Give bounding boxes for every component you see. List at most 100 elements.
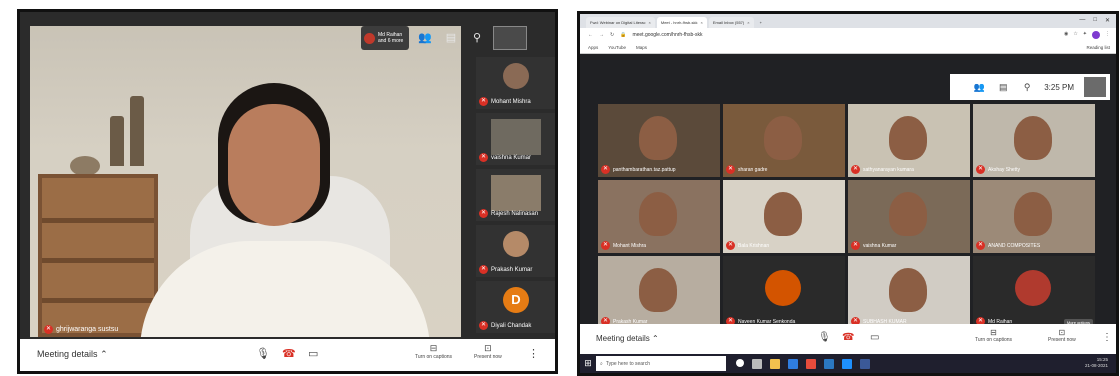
taskbar-date: 21-08-2021 xyxy=(1084,363,1108,368)
participant-tile[interactable]: ✕ Bala Krishnan xyxy=(723,180,845,253)
participant-tile[interactable]: ✕ sharan gadre xyxy=(723,104,845,177)
people-icon[interactable]: 👥 xyxy=(972,80,986,94)
participant-video xyxy=(639,116,677,160)
participant-sidebar: ✕ Mohant Mishra ✕ vaishna Kumar ✕ Rajesh Na… xyxy=(476,57,555,339)
camera-icon[interactable]: ▭ xyxy=(308,347,318,360)
participant-tile[interactable]: ✕ Mohant Mishra xyxy=(598,180,720,253)
participant-tile[interactable]: ✕ Prakash Kumar xyxy=(476,225,555,277)
participant-tile[interactable]: ✕ vaishna Kumar xyxy=(476,113,555,165)
file-explorer-icon[interactable] xyxy=(770,358,780,369)
participant-video xyxy=(764,116,802,160)
participant-tile[interactable]: ✕ Naveen Kumar Senkonda xyxy=(723,256,845,329)
maximize-icon[interactable]: □ xyxy=(1093,17,1097,24)
url-field[interactable]: meet.google.com/hnrh-fhsb-skk xyxy=(632,32,702,38)
host-chip[interactable]: Md Raihan and 6 more xyxy=(361,26,409,50)
mic-off-icon: ✕ xyxy=(976,165,985,174)
chat-icon[interactable]: ▤ xyxy=(996,80,1010,94)
participant-tile[interactable]: ✕ Prakash Kumar xyxy=(598,256,720,329)
close-window-icon[interactable]: ✕ xyxy=(1105,17,1110,24)
participant-tile[interactable]: ✕ Md Raihan More options xyxy=(973,256,1095,329)
task-view-icon[interactable] xyxy=(752,358,762,369)
more-options-icon[interactable]: ⋮ xyxy=(1102,332,1112,343)
mic-off-icon: ✕ xyxy=(726,165,735,174)
meet-bottom-bar: Meeting details ⌃ 🎙 ☎ ▭ ⊟ Turn on captio… xyxy=(580,324,1116,354)
participant-name-label: ✕ vaishna Kumar xyxy=(851,241,897,250)
participant-tile[interactable]: ✕ sathyanarayan kumara xyxy=(848,104,970,177)
mic-icon[interactable]: 🎙 xyxy=(818,332,831,343)
main-speaker-video: ✕ ghrijwaranga sustsu xyxy=(30,26,461,337)
trophy xyxy=(110,116,124,166)
browser-tab[interactable]: Fwd: Webinar on Digital Literac × xyxy=(586,17,655,28)
participant-tile[interactable]: ✕ Rajesh Nalinasan xyxy=(476,169,555,221)
activities-icon[interactable]: ⚲ xyxy=(467,28,487,48)
participant-video xyxy=(1014,192,1052,236)
participant-tile[interactable]: D ✕ Diyali Chandak xyxy=(476,281,555,333)
mic-off-icon: ✕ xyxy=(479,321,488,330)
participant-video xyxy=(639,192,677,236)
chat-icon[interactable]: ▤ xyxy=(441,28,461,48)
hang-up-icon[interactable]: ☎ xyxy=(282,347,296,360)
people-icon[interactable]: 👥 xyxy=(415,28,435,48)
forward-icon[interactable]: → xyxy=(599,32,604,38)
participant-tile[interactable]: ✕ SUBHASH KUMAR xyxy=(848,256,970,329)
extensions-icon[interactable]: ✦ xyxy=(1083,31,1087,39)
participant-video xyxy=(764,192,802,236)
browser-tab[interactable]: Email Inbox (557) × xyxy=(708,17,754,28)
bookmark-apps[interactable]: Apps xyxy=(588,45,598,50)
hang-up-icon[interactable]: ☎ xyxy=(842,332,854,343)
reading-list[interactable]: Reading list xyxy=(1086,45,1110,50)
mail-icon[interactable] xyxy=(860,358,870,369)
meeting-details-button[interactable]: Meeting details ⌃ xyxy=(596,334,659,343)
store-icon[interactable] xyxy=(842,358,852,369)
cortana-icon[interactable] xyxy=(736,358,744,367)
captions-button[interactable]: ⊟ Turn on captions xyxy=(975,328,1012,343)
wooden-shelf xyxy=(38,174,158,337)
mic-off-icon: ✕ xyxy=(851,165,860,174)
close-icon: × xyxy=(747,20,750,25)
star-icon[interactable]: ☆ xyxy=(1073,31,1077,39)
participant-tile[interactable]: ✕ panthambarathan.taz.pattup xyxy=(598,104,720,177)
mic-icon[interactable]: 🎙 xyxy=(256,347,270,360)
new-tab-icon[interactable]: + xyxy=(756,17,766,28)
present-now-button[interactable]: ⊡ Present now xyxy=(474,343,502,360)
chevron-up-icon: ⌃ xyxy=(652,334,659,343)
meeting-clock: 3:25 PM xyxy=(1044,82,1074,92)
mic-off-icon: ✕ xyxy=(479,153,488,162)
participant-tile[interactable]: ✕ Akshay Shetty xyxy=(973,104,1095,177)
mic-off-icon: ✕ xyxy=(479,265,488,274)
meeting-details-button[interactable]: Meeting details ⌃ xyxy=(37,349,108,360)
camera-icon[interactable]: ▭ xyxy=(870,332,879,343)
participant-video xyxy=(889,116,927,160)
windows-start-icon[interactable]: ⊞ xyxy=(580,354,596,373)
bookmark-maps[interactable]: Maps xyxy=(636,45,647,50)
close-icon: × xyxy=(648,20,651,25)
minimize-icon[interactable]: — xyxy=(1079,17,1085,24)
chrome-icon[interactable] xyxy=(806,358,816,369)
captions-button[interactable]: ⊟ Turn on captions xyxy=(415,343,452,360)
edge-icon[interactable] xyxy=(788,358,798,369)
chevron-up-icon: ⌃ xyxy=(100,349,108,359)
participant-video xyxy=(491,119,541,155)
word-icon[interactable] xyxy=(824,358,834,369)
present-now-button[interactable]: ⊡ Present now xyxy=(1048,328,1076,343)
participant-tile[interactable]: ✕ vaishna Kumar xyxy=(848,180,970,253)
browser-tab-active[interactable]: Meet - hnrh-fhsb-skk × xyxy=(656,17,707,28)
participant-letter-avatar: D xyxy=(503,287,529,313)
participant-name-label: ✕ Mohant Mishra xyxy=(601,241,647,250)
profile-avatar[interactable] xyxy=(1092,31,1100,39)
participant-tile[interactable]: ✕ ANAND COMPOSITES xyxy=(973,180,1095,253)
participant-tile[interactable]: ✕ Mohant Mishra xyxy=(476,57,555,109)
participant-name-label: ✕ ANAND COMPOSITES xyxy=(976,241,1041,250)
camera-permission-icon[interactable]: ◉ xyxy=(1064,31,1068,39)
reload-icon[interactable]: ↻ xyxy=(610,32,614,38)
more-options-icon[interactable]: ⋮ xyxy=(528,347,539,360)
participant-grid: ✕ panthambarathan.taz.pattup ✕ sharan gadre… xyxy=(598,104,1095,332)
speaker-face xyxy=(228,104,320,226)
mic-off-icon: ✕ xyxy=(726,241,735,250)
activities-icon[interactable]: ⚲ xyxy=(1020,80,1034,94)
participant-photo xyxy=(503,63,529,89)
taskbar-search[interactable]: ⌕ Type here to search xyxy=(596,356,726,371)
back-icon[interactable]: ← xyxy=(588,32,593,38)
bookmark-youtube[interactable]: YouTube xyxy=(608,45,626,50)
menu-icon[interactable]: ⋮ xyxy=(1105,31,1110,39)
